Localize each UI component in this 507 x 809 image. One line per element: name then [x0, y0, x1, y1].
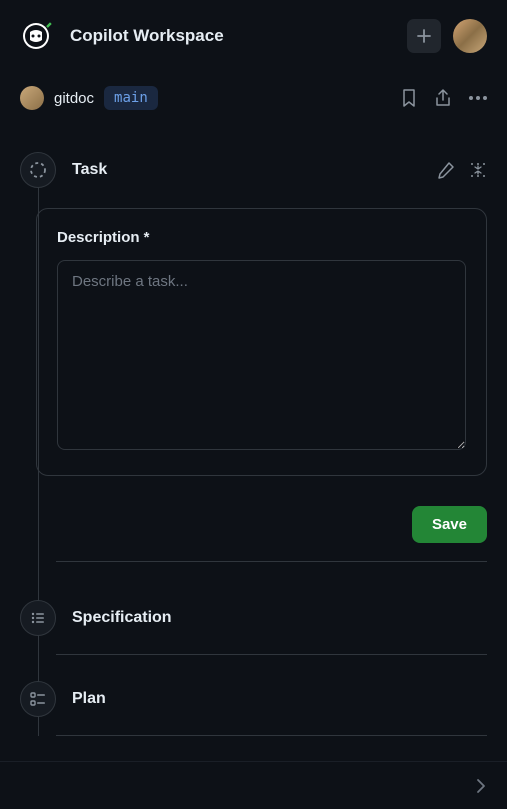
share-icon[interactable]: [435, 89, 451, 107]
new-button[interactable]: [407, 19, 441, 53]
repo-name[interactable]: gitdoc: [54, 90, 94, 107]
copilot-logo[interactable]: [20, 18, 56, 54]
task-step-icon: [20, 152, 56, 188]
bookmark-icon[interactable]: [401, 89, 417, 107]
description-input[interactable]: [57, 260, 466, 450]
repo-avatar[interactable]: [20, 86, 44, 110]
bottom-bar: [0, 761, 507, 809]
save-button[interactable]: Save: [412, 506, 487, 543]
specification-step-icon: [20, 600, 56, 636]
specification-step-title[interactable]: Specification: [72, 609, 487, 627]
kebab-menu-icon[interactable]: [469, 96, 487, 100]
chevron-right-icon[interactable]: [475, 778, 487, 794]
edit-icon[interactable]: [437, 161, 455, 179]
branch-badge[interactable]: main: [104, 86, 158, 110]
description-label: Description *: [57, 229, 466, 246]
avatar[interactable]: [453, 19, 487, 53]
task-step-title: Task: [72, 161, 421, 179]
plan-step-title[interactable]: Plan: [72, 690, 487, 708]
task-panel: Description *: [36, 208, 487, 476]
plan-step-icon: [20, 681, 56, 717]
page-title: Copilot Workspace: [70, 26, 224, 46]
collapse-icon[interactable]: [469, 161, 487, 179]
